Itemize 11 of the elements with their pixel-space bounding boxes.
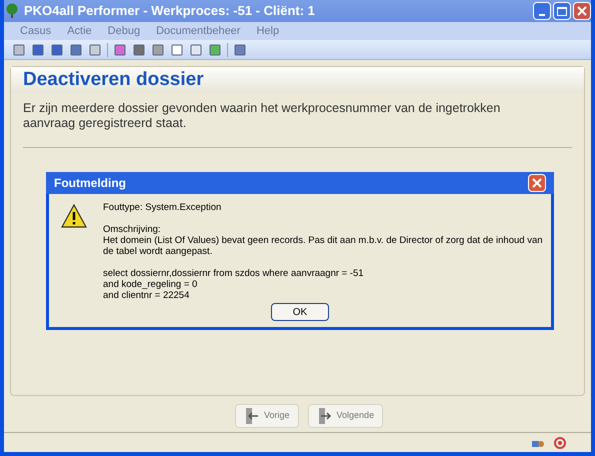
page-message: Er zijn meerdere dossier gevonden waarin het werkprocesnummer van de ingetrokken aanvraag geregistreerd staat. <box>22 100 502 131</box>
dialog-title: Foutmelding <box>54 175 126 192</box>
description-label: Omschrijving: <box>103 224 162 235</box>
page-heading: Deactiveren dossier <box>11 67 584 93</box>
query-line: and kode_regeling = 0 <box>103 279 198 290</box>
ok-button[interactable]: OK <box>271 303 329 321</box>
error-type: Fouttype: System.Exception <box>103 202 222 213</box>
query-line: and clientnr = 22254 <box>103 290 190 301</box>
error-description: Het domein (List Of Values) bevat geen records. Pas dit aan m.b.v. de Director of zorg dat de inhoud van de tabel wordt aangepast. <box>103 235 543 257</box>
window-title: PKO4all Performer - Werkproces: -51 - Cliënt: 1 <box>24 2 315 20</box>
query-line: select dossiernr,dossiernr from szdos where aanvraagnr = -51 <box>103 268 365 279</box>
